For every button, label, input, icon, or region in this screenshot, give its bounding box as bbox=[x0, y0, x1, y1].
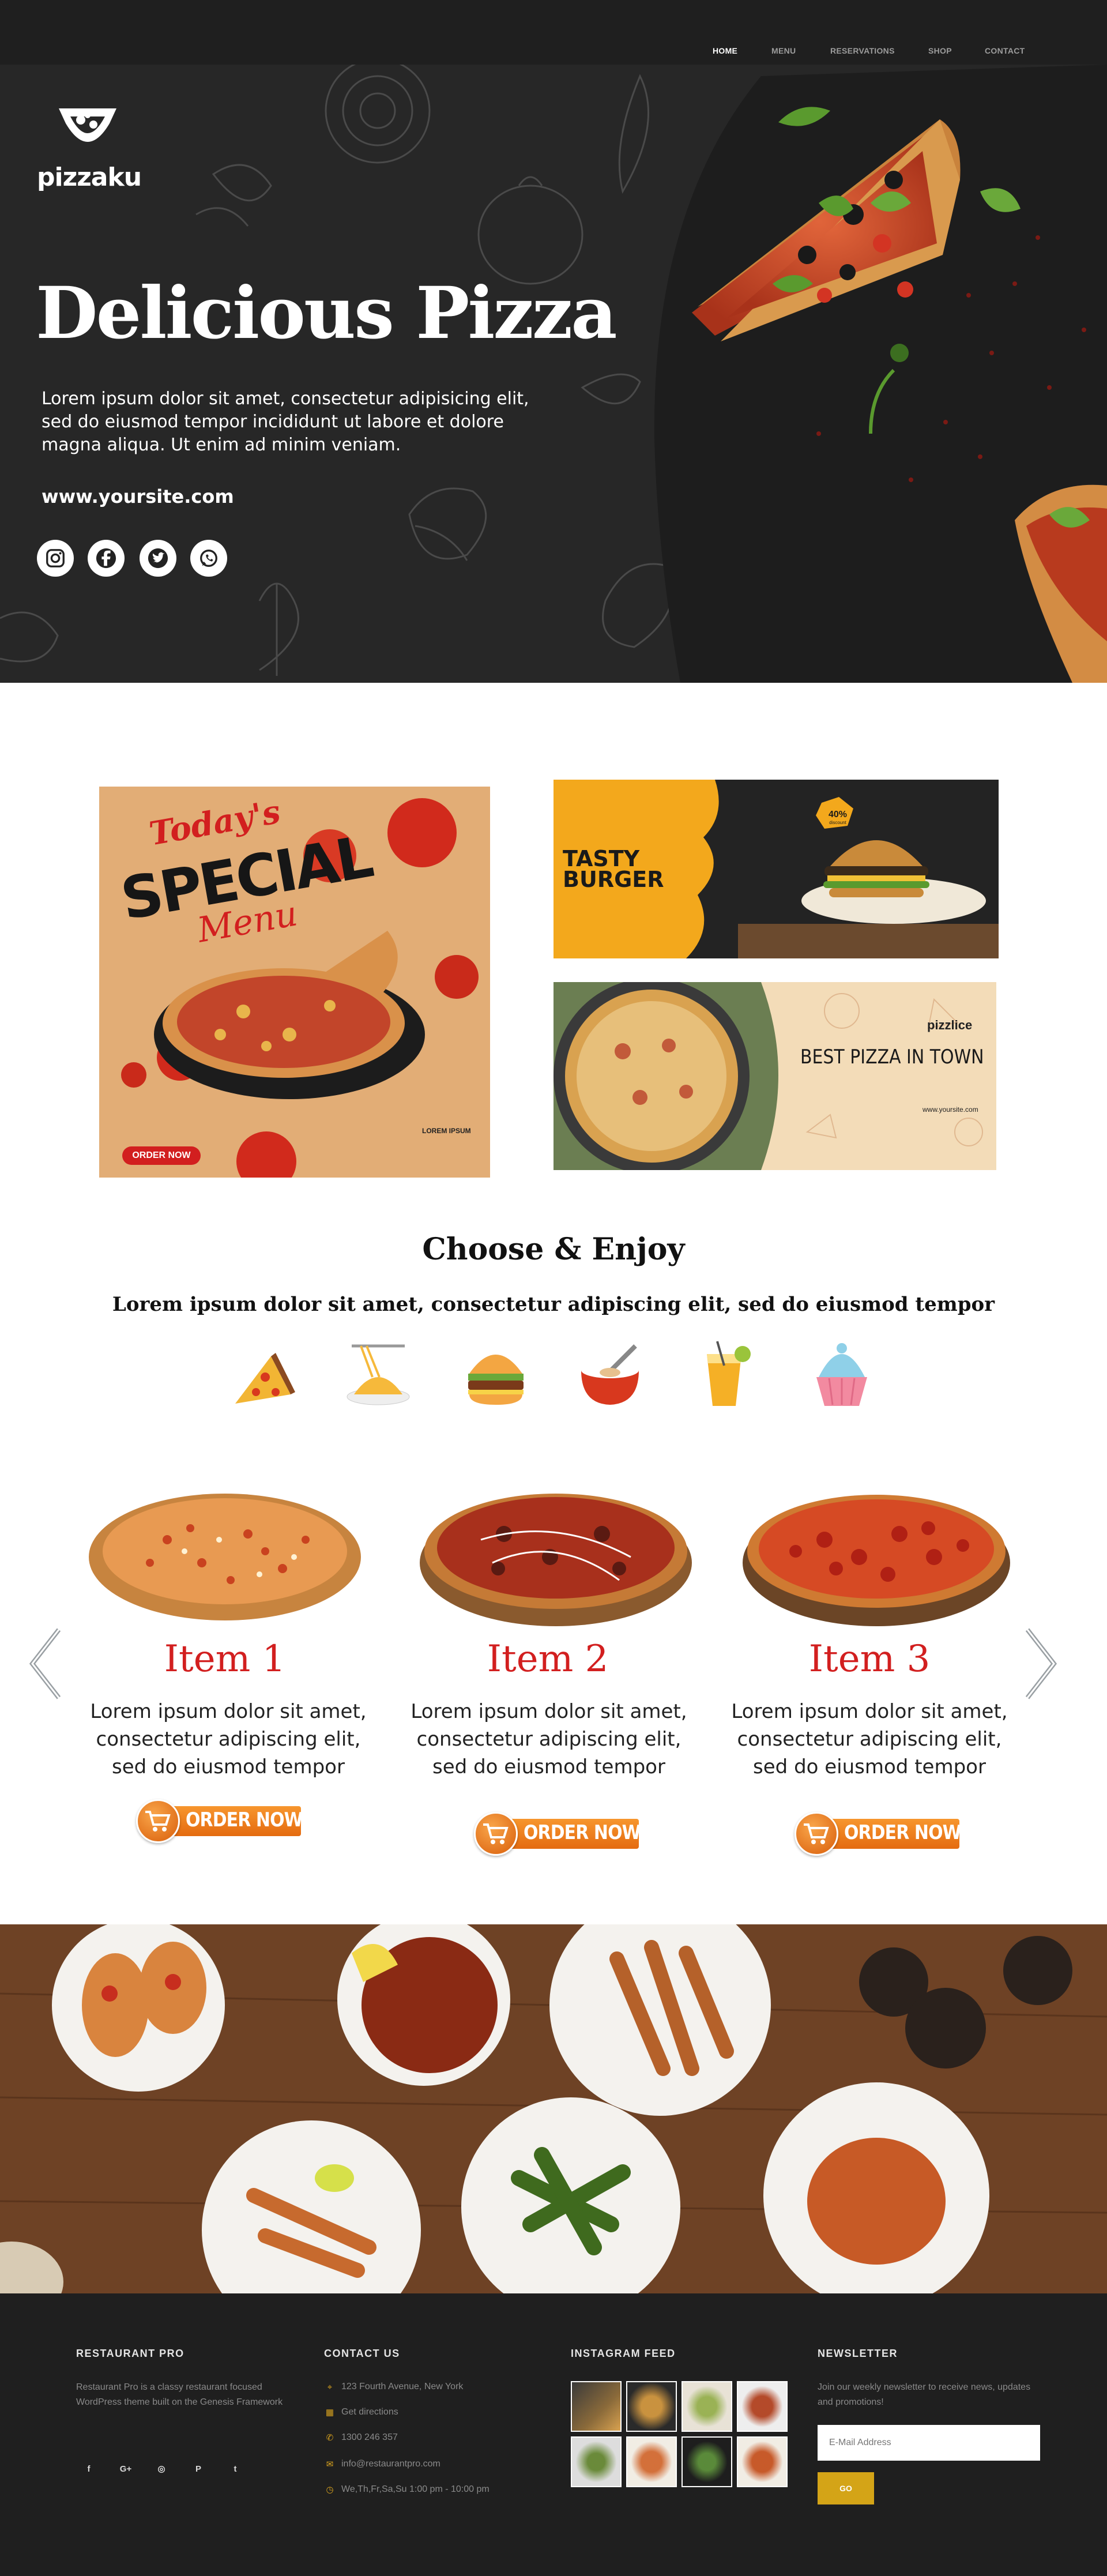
tasty-burger-banner[interactable]: TASTY BURGER 40% discount bbox=[554, 780, 999, 958]
pinterest-icon[interactable]: P bbox=[191, 2462, 205, 2476]
pizza-logo-icon bbox=[59, 108, 116, 142]
pizza-icon[interactable] bbox=[227, 1337, 296, 1412]
item-2-title: Item 2 bbox=[487, 1638, 609, 1680]
location-pin-icon: ⌖ bbox=[327, 2382, 333, 2392]
soup-icon[interactable] bbox=[575, 1337, 645, 1412]
instagram-photo[interactable] bbox=[681, 2381, 732, 2432]
contact-address: ⌖ 123 Fourth Avenue, New York bbox=[324, 2380, 464, 2394]
twitter-icon[interactable] bbox=[140, 540, 176, 577]
hero-lead: Lorem ipsum dolor sit amet, consectetur … bbox=[42, 389, 529, 455]
newsletter-email-input[interactable] bbox=[818, 2425, 1040, 2461]
hero-website[interactable]: www.yoursite.com bbox=[42, 486, 234, 507]
newsletter-text: Join our weekly newsletter to receive ne… bbox=[818, 2382, 1031, 2407]
noodles-icon[interactable] bbox=[344, 1337, 413, 1412]
food-table-image bbox=[0, 1924, 1107, 2293]
instagram-photo[interactable] bbox=[737, 2436, 788, 2487]
best-pizza-art bbox=[554, 982, 996, 1170]
whatsapp-icon[interactable] bbox=[190, 540, 227, 577]
facebook-icon[interactable]: f bbox=[82, 2462, 96, 2476]
carousel-prev-arrow-icon[interactable] bbox=[25, 1626, 66, 1701]
choose-subtitle: Lorem ipsum dolor sit amet, consectetur … bbox=[112, 1293, 995, 1316]
pizzlice-brand: pizzlice bbox=[927, 1018, 973, 1032]
carousel-next-arrow-icon[interactable] bbox=[1021, 1626, 1061, 1701]
newsletter-go-button[interactable]: GO bbox=[818, 2472, 874, 2504]
footer-contact-heading: CONTACT US bbox=[324, 2348, 400, 2359]
best-pizza-banner[interactable]: pizzlice BEST PIZZA IN TOWN www.yoursite… bbox=[554, 982, 996, 1170]
choose-title: Choose & Enjoy bbox=[422, 1232, 685, 1267]
facebook-icon[interactable] bbox=[88, 540, 125, 577]
map-icon: ▦ bbox=[325, 2408, 334, 2417]
discount-badge-label: discount bbox=[829, 820, 846, 825]
instagram-icon[interactable] bbox=[37, 540, 74, 577]
item-2-image bbox=[420, 1494, 692, 1626]
footer-about-heading: RESTAURANT PRO bbox=[76, 2348, 184, 2359]
instagram-photo[interactable] bbox=[737, 2381, 788, 2432]
cart-icon bbox=[483, 1823, 509, 1844]
nav-home[interactable]: HOME bbox=[713, 46, 737, 55]
item-3-description: Lorem ipsum dolor sit amet, consectetur … bbox=[731, 1700, 1008, 1778]
instagram-photo[interactable] bbox=[626, 2436, 677, 2487]
brand-name: pizzaku bbox=[37, 163, 142, 192]
item-2-order-button[interactable]: ORDER NOW bbox=[474, 1812, 641, 1856]
top-nav: HOME MENU RESERVATIONS SHOP CONTACT bbox=[0, 0, 1107, 65]
special-menu-banner[interactable]: Today's SPECIAL Menu ORDER NOW LOREM IPS… bbox=[99, 787, 490, 1178]
instagram-photo[interactable] bbox=[681, 2436, 732, 2487]
nav-menu[interactable]: MENU bbox=[771, 46, 796, 55]
best-pizza-website: www.yoursite.com bbox=[922, 1105, 978, 1114]
hero-section: pizzaku Delicious Pizza Lorem ipsum dolo… bbox=[0, 65, 1107, 683]
item-1-description: Lorem ipsum dolor sit amet, consectetur … bbox=[90, 1700, 367, 1778]
footer-instagram-heading: INSTAGRAM FEED bbox=[571, 2348, 676, 2359]
nav-reservations[interactable]: RESERVATIONS bbox=[830, 46, 895, 55]
phone-icon: ✆ bbox=[326, 2433, 334, 2443]
hero-title: Delicious Pizza bbox=[36, 272, 617, 355]
nav-contact[interactable]: CONTACT bbox=[985, 46, 1025, 55]
item-1-image bbox=[89, 1494, 361, 1620]
clock-icon: ◷ bbox=[326, 2485, 334, 2495]
instagram-photo[interactable] bbox=[571, 2436, 622, 2487]
special-order-button[interactable]: ORDER NOW bbox=[122, 1146, 201, 1165]
burger-icon[interactable] bbox=[461, 1337, 530, 1412]
discount-badge-value: 40% bbox=[828, 810, 848, 819]
special-caption: LOREM IPSUM bbox=[422, 1127, 471, 1135]
envelope-icon: ✉ bbox=[326, 2460, 334, 2469]
footer-newsletter-heading: NEWSLETTER bbox=[818, 2348, 898, 2359]
item-3-title: Item 3 bbox=[808, 1638, 931, 1680]
cupcake-icon[interactable] bbox=[807, 1337, 876, 1412]
instagram-photo[interactable] bbox=[626, 2381, 677, 2432]
cart-icon bbox=[804, 1823, 829, 1844]
item-1-order-button[interactable]: ORDER NOW bbox=[136, 1799, 303, 1843]
google-plus-icon[interactable]: G+ bbox=[119, 2462, 133, 2476]
contact-email[interactable]: ✉ info@restaurantpro.com bbox=[324, 2457, 440, 2471]
drink-icon[interactable] bbox=[690, 1337, 759, 1412]
cart-icon bbox=[145, 1811, 171, 1832]
contact-hours: ◷ We,Th,Fr,Sa,Su 1:00 pm - 10:00 pm bbox=[324, 2483, 489, 2496]
hero-pizza-image bbox=[654, 65, 1107, 683]
item-1-title: Item 1 bbox=[164, 1638, 286, 1680]
contact-directions[interactable]: ▦ Get directions bbox=[324, 2405, 398, 2419]
nav-shop[interactable]: SHOP bbox=[928, 46, 952, 55]
item-3-image bbox=[743, 1495, 1010, 1626]
item-3-order-button[interactable]: ORDER NOW bbox=[795, 1812, 962, 1856]
twitter-icon[interactable]: t bbox=[228, 2462, 242, 2476]
item-2-description: Lorem ipsum dolor sit amet, consectetur … bbox=[411, 1700, 687, 1778]
instagram-photo[interactable] bbox=[571, 2381, 622, 2432]
footer-about-text: Restaurant Pro is a classy restaurant fo… bbox=[76, 2382, 283, 2407]
instagram-icon[interactable]: ◎ bbox=[155, 2462, 168, 2476]
best-pizza-title: BEST PIZZA IN TOWN bbox=[800, 1046, 984, 1069]
contact-phone[interactable]: ✆ 1300 246 357 bbox=[324, 2431, 398, 2445]
burger-title-line2: BURGER bbox=[563, 867, 664, 892]
site-footer: RESTAURANT PRO Restaurant Pro is a class… bbox=[0, 2293, 1107, 2576]
